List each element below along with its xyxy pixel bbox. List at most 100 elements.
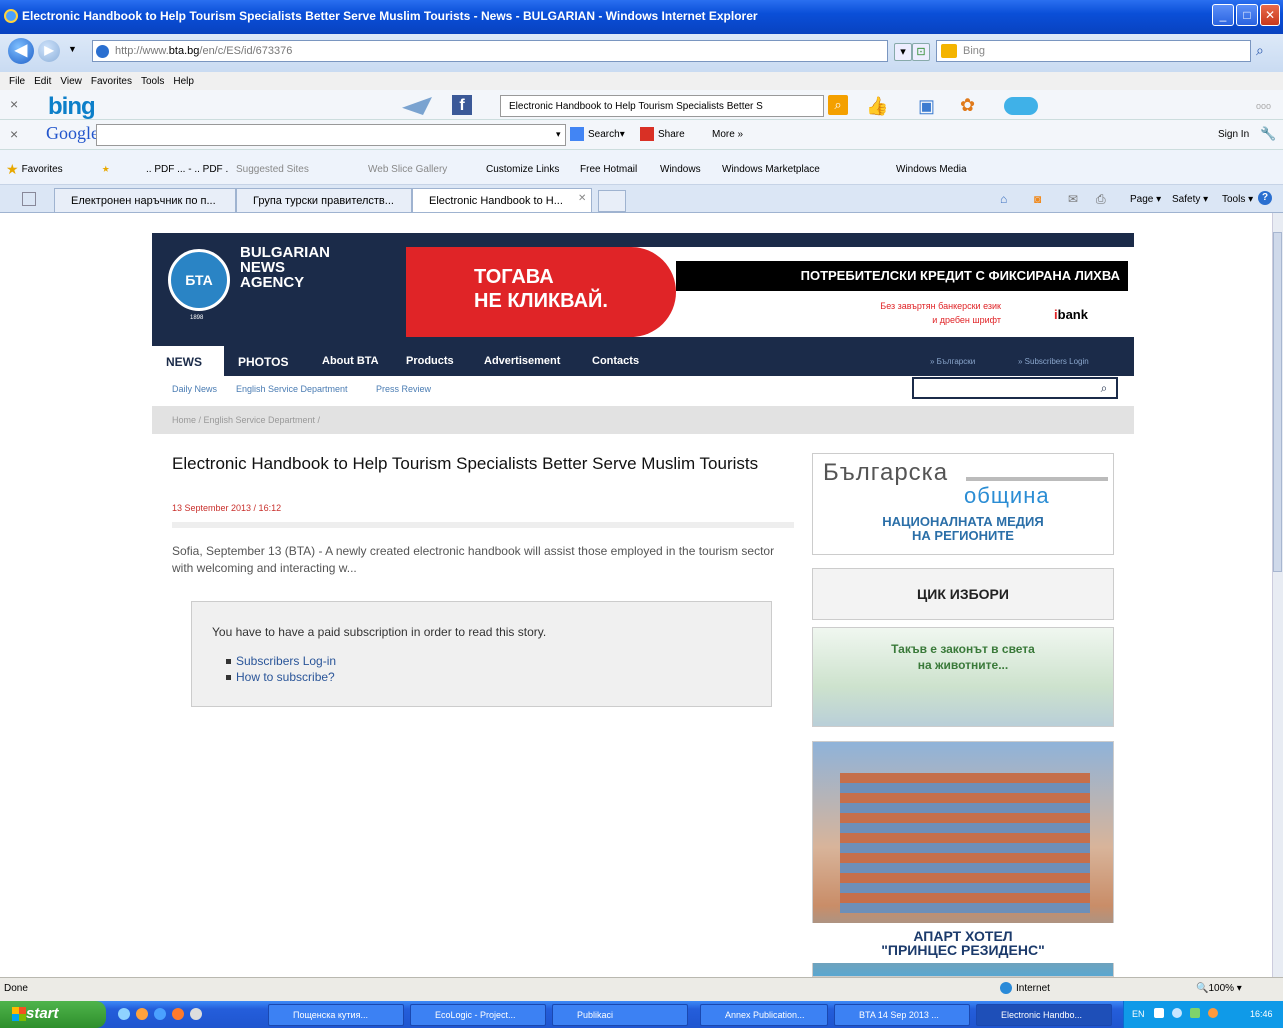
quicklaunch-ie-icon[interactable]	[154, 1008, 166, 1020]
nav-products[interactable]: Products	[406, 346, 454, 376]
fav-item-pdf[interactable]: .. PDF ... - .. PDF .	[146, 164, 228, 175]
google-search-input[interactable]	[96, 124, 566, 146]
facebook-icon[interactable]: f	[452, 95, 472, 115]
tab-bg-1[interactable]: Електронен наръчник по п...	[54, 188, 236, 212]
search-input[interactable]: Bing	[936, 40, 1251, 62]
google-signin-link[interactable]: Sign In	[1218, 129, 1249, 140]
window-titlebar[interactable]: Electronic Handbook to Help Tourism Spec…	[0, 0, 1283, 34]
google-more-button[interactable]: More »	[712, 129, 743, 140]
address-bar[interactable]: http://www.bta.bg/en/c/ES/id/673376	[92, 40, 888, 62]
bing-search-input[interactable]: Electronic Handbook to Help Tourism Spec…	[500, 95, 824, 117]
safety-menu[interactable]: Safety ▾	[1172, 194, 1208, 205]
help-icon[interactable]: ?	[1258, 191, 1272, 205]
google-logo[interactable]: Google	[46, 123, 99, 144]
search-magnifier-icon[interactable]: ⌕	[1256, 42, 1264, 59]
quicklaunch-icon[interactable]	[136, 1008, 148, 1020]
tab-close-icon[interactable]: ✕	[578, 193, 586, 204]
bing-options-icon[interactable]: ooo	[1256, 101, 1271, 111]
tray-icon[interactable]	[1190, 1008, 1200, 1018]
tray-icon[interactable]	[1172, 1008, 1182, 1018]
tray-icon[interactable]	[1208, 1008, 1218, 1018]
nav-bulgarian-link[interactable]: » Български	[930, 348, 975, 378]
subscribers-login-link[interactable]: Subscribers Log-in	[236, 654, 336, 668]
taskbar-item[interactable]: BTA 14 Sep 2013 ...	[834, 1004, 970, 1026]
tray-icon[interactable]	[1154, 1008, 1164, 1018]
bta-wordmark[interactable]: BULGARIAN NEWS AGENCY	[240, 245, 330, 290]
like-icon[interactable]: 👍	[866, 96, 888, 117]
menu-file[interactable]: File	[9, 76, 25, 87]
tools-menu[interactable]: Tools ▾	[1222, 194, 1253, 205]
site-search-input[interactable]	[912, 377, 1118, 399]
taskbar-item[interactable]: EcoLogic - Project...	[410, 1004, 546, 1026]
subnav-english-service[interactable]: English Service Department	[236, 384, 348, 394]
fav-item-marketplace[interactable]: Windows Marketplace	[722, 164, 820, 175]
nav-advertisement[interactable]: Advertisement	[484, 346, 560, 376]
taskbar-item[interactable]: Publikaci	[552, 1004, 688, 1026]
quick-tabs-icon[interactable]	[22, 192, 36, 206]
print-icon[interactable]: ⎙	[1096, 192, 1106, 207]
close-bing-toolbar-icon[interactable]: ×	[10, 96, 18, 112]
history-dropdown-icon[interactable]: ▼	[68, 44, 77, 54]
tab-active[interactable]: Electronic Handbook to H...	[412, 188, 592, 212]
url-path: /en/c/ES/id/673376	[199, 45, 293, 57]
wrench-icon[interactable]: 🔧	[1260, 126, 1276, 142]
zoom-level[interactable]: 🔍100% ▾	[1196, 983, 1242, 994]
fav-item-suggested[interactable]: Suggested Sites	[236, 164, 309, 175]
quicklaunch-icon[interactable]	[190, 1008, 202, 1020]
nav-news[interactable]: NEWS	[152, 346, 224, 378]
chat-icon[interactable]: ▣	[918, 96, 935, 117]
back-button[interactable]: ◀	[8, 38, 34, 64]
close-button[interactable]: ✕	[1260, 4, 1280, 26]
scrollbar-thumb[interactable]	[1273, 232, 1282, 572]
add-favorite-icon[interactable]: ⭑	[102, 160, 110, 177]
google-share-button[interactable]: Share	[640, 127, 685, 141]
menu-tools[interactable]: Tools	[141, 76, 164, 87]
language-indicator[interactable]: EN	[1132, 1009, 1145, 1019]
tab-bg-2[interactable]: Група турски правителств...	[236, 188, 412, 212]
menu-edit[interactable]: Edit	[34, 76, 51, 87]
google-dropdown-icon[interactable]: ▾	[556, 129, 561, 140]
close-google-toolbar-icon[interactable]: ×	[10, 126, 18, 142]
fav-item-customize[interactable]: Customize Links	[486, 164, 559, 175]
fav-item-windows[interactable]: Windows	[660, 164, 701, 175]
nav-about[interactable]: About BTA	[322, 346, 379, 376]
compatibility-icon[interactable]: ⊡	[912, 43, 930, 61]
fav-item-hotmail[interactable]: Free Hotmail	[580, 164, 637, 175]
security-zone[interactable]: Internet	[1000, 982, 1050, 994]
subnav-press-review[interactable]: Press Review	[376, 384, 431, 394]
menu-favorites[interactable]: Favorites	[91, 76, 132, 87]
taskbar-item-active[interactable]: Electronic Handbo...	[976, 1004, 1112, 1026]
translate-icon[interactable]: ✿	[960, 95, 975, 116]
nav-contacts[interactable]: Contacts	[592, 346, 639, 376]
subnav-daily-news[interactable]: Daily News	[172, 384, 217, 394]
home-icon[interactable]: ⌂	[1000, 192, 1007, 206]
fav-item-webslice[interactable]: Web Slice Gallery	[368, 164, 447, 175]
new-tab-button[interactable]	[598, 190, 626, 212]
rss-icon[interactable]: ◙	[1034, 192, 1041, 206]
bing-logo[interactable]: bing	[48, 93, 96, 121]
skype-icon[interactable]	[1004, 97, 1038, 115]
taskbar-item[interactable]: Annex Publication...	[700, 1004, 828, 1026]
nav-photos[interactable]: PHOTOS	[238, 346, 288, 376]
site-search-icon[interactable]: ⌕	[1090, 377, 1118, 399]
ibank-banner-ad[interactable]: ТОГАВА НЕ КЛИКВАЙ. ПОТРЕБИТЕЛСКИ КРЕДИТ …	[406, 247, 1134, 337]
minimize-button[interactable]: _	[1212, 4, 1234, 26]
bing-search-icon[interactable]: ⌕	[828, 95, 848, 115]
read-mail-icon[interactable]: ✉	[1068, 192, 1078, 206]
forward-button[interactable]: ▶	[38, 40, 60, 62]
taskbar-item[interactable]: Пощенска кутия...	[268, 1004, 404, 1026]
bta-logo-icon[interactable]: БТА	[168, 249, 230, 311]
how-to-subscribe-link[interactable]: How to subscribe?	[236, 670, 335, 684]
ad-cik-izbori[interactable]: ЦИК ИЗБОРИ	[812, 568, 1114, 620]
quicklaunch-icon[interactable]	[118, 1008, 130, 1020]
nav-subscribers-login-link[interactable]: » Subscribers Login	[1018, 348, 1089, 378]
address-dropdown-icon[interactable]: ▾	[894, 43, 912, 61]
menu-help[interactable]: Help	[173, 76, 194, 87]
page-menu[interactable]: Page ▾	[1130, 194, 1161, 205]
quicklaunch-icon[interactable]	[172, 1008, 184, 1020]
fav-item-windows-media[interactable]: Windows Media	[896, 164, 967, 175]
google-search-button[interactable]: Search ▾	[570, 127, 625, 141]
favorites-button[interactable]: ★ Favorites	[6, 161, 63, 178]
maximize-button[interactable]: □	[1236, 4, 1258, 26]
menu-view[interactable]: View	[60, 76, 82, 87]
